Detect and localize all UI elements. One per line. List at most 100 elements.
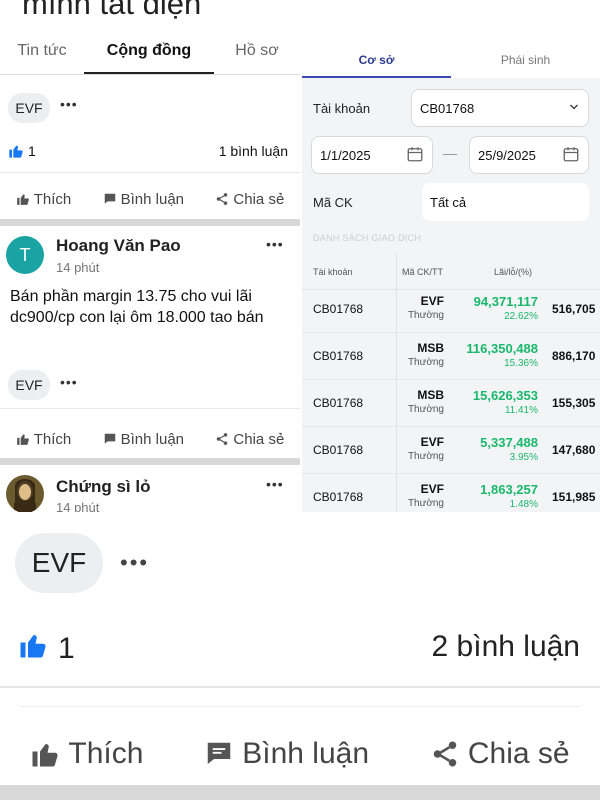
more-options-icon[interactable]: ••• bbox=[266, 236, 284, 252]
post-author[interactable]: Chứng sì lỏ bbox=[56, 477, 150, 497]
thumbs-up-icon bbox=[32, 744, 58, 767]
comment-label: Bình luận bbox=[242, 737, 370, 770]
tab-derivatives[interactable]: Phái sinh bbox=[451, 30, 600, 78]
like-count: 1 bbox=[18, 630, 75, 668]
account-select-value: CB01768 bbox=[420, 100, 475, 116]
transactions-panel: Cơ sở Phái sinh Tài khoản CB01768 1/1/20… bbox=[302, 30, 600, 512]
post-separator bbox=[0, 458, 300, 465]
like-button[interactable]: Thích bbox=[16, 430, 72, 448]
cell-value: 516,705 bbox=[552, 302, 596, 316]
share-button[interactable]: Chia sẻ bbox=[430, 737, 570, 771]
cell-pct: 22.62% bbox=[504, 311, 538, 322]
more-options-icon[interactable]: ••• bbox=[120, 550, 149, 576]
share-icon bbox=[217, 433, 228, 445]
symbol-select[interactable]: Tất cả bbox=[422, 183, 589, 221]
comment-count[interactable]: 1 bình luận bbox=[219, 143, 288, 159]
cell-pl: 94,371,117 bbox=[473, 294, 538, 309]
stock-tag-chip[interactable]: EVF bbox=[8, 370, 50, 400]
comment-button[interactable]: Bình luận bbox=[103, 431, 184, 448]
enlarged-post-footer: EVF ••• 1 2 bình luận Thích Bình luận Ch… bbox=[0, 512, 600, 800]
cell-value: 886,170 bbox=[552, 349, 596, 363]
comment-button[interactable]: Bình luận bbox=[204, 737, 369, 771]
cell-account: CB01768 bbox=[313, 349, 364, 363]
like-label: Thích bbox=[68, 737, 144, 770]
cell-pct: 3.95% bbox=[509, 452, 538, 463]
calendar-icon[interactable] bbox=[562, 145, 580, 166]
divider bbox=[0, 686, 600, 688]
cell-account: CB01768 bbox=[313, 302, 364, 316]
section-title: DANH SÁCH GIAO DỊCH bbox=[313, 233, 422, 243]
chevron-down-icon bbox=[568, 101, 580, 116]
like-button[interactable]: Thích bbox=[30, 737, 143, 771]
divider bbox=[20, 706, 580, 707]
cell-symbol: EVF bbox=[420, 482, 444, 496]
cell-type: Thường bbox=[407, 498, 444, 509]
cell-type: Thường bbox=[407, 404, 444, 415]
date-to-field[interactable]: 25/9/2025 bbox=[469, 136, 589, 174]
like-label: Thích bbox=[33, 430, 72, 448]
table-row[interactable]: CB01768 EVF Thường 94,371,117 22.62% 516… bbox=[302, 286, 600, 333]
date-from-field[interactable]: 1/1/2025 bbox=[311, 136, 433, 174]
cell-symbol: MSB bbox=[417, 388, 444, 402]
tab-news[interactable]: Tin tức bbox=[0, 30, 84, 74]
avatar[interactable]: T bbox=[6, 236, 44, 274]
table-row[interactable]: CB01768 MSB Thường 116,350,488 15.36% 88… bbox=[302, 333, 600, 380]
cell-account: CB01768 bbox=[313, 396, 364, 410]
divider bbox=[0, 408, 300, 409]
cell-value: 147,680 bbox=[552, 443, 596, 457]
stock-tag-chip[interactable]: EVF bbox=[8, 93, 50, 123]
top-title: mình tất diện bbox=[22, 0, 202, 21]
avatar[interactable] bbox=[6, 475, 44, 512]
post-body: Bán phần margin 13.75 cho vui lãi dc900/… bbox=[10, 288, 264, 326]
post-time: 14 phút bbox=[56, 260, 100, 275]
cell-pct: 15.36% bbox=[504, 358, 538, 369]
divider bbox=[0, 172, 300, 173]
table-header: Tài khoản Mã CK/TT Lãi/lỗ/(%) bbox=[302, 253, 600, 290]
cell-pl: 1,863,257 bbox=[480, 482, 538, 497]
stock-tag-chip[interactable]: EVF bbox=[15, 533, 103, 593]
community-feed-panel: Tin tức Cộng đồng Hồ sơ EVF ••• 1 1 bình… bbox=[0, 30, 300, 512]
cell-symbol: EVF bbox=[420, 435, 444, 449]
cell-symbol: EVF bbox=[420, 294, 444, 308]
comment-icon bbox=[104, 433, 115, 444]
cell-account: CB01768 bbox=[313, 443, 364, 457]
post-author[interactable]: Hoang Văn Pao bbox=[56, 236, 181, 256]
calendar-icon[interactable] bbox=[406, 145, 424, 166]
comment-button[interactable]: Bình luận bbox=[103, 191, 184, 208]
cell-account: CB01768 bbox=[313, 490, 364, 504]
more-options-icon[interactable]: ••• bbox=[60, 96, 78, 112]
post-separator bbox=[0, 219, 300, 226]
more-options-icon[interactable]: ••• bbox=[266, 476, 284, 492]
cell-pl: 15,626,353 bbox=[472, 388, 538, 403]
market-tabs: Cơ sở Phái sinh bbox=[302, 30, 600, 78]
account-select[interactable]: CB01768 bbox=[411, 89, 589, 127]
post-time: 14 phút bbox=[56, 500, 100, 512]
like-label: Thích bbox=[33, 190, 72, 208]
thumbs-up-icon bbox=[16, 194, 29, 205]
share-icon bbox=[217, 193, 228, 205]
share-button[interactable]: Chia sẻ bbox=[215, 191, 284, 208]
tab-base[interactable]: Cơ sở bbox=[302, 30, 451, 78]
table-row[interactable]: CB01768 MSB Thường 15,626,353 11.41% 155… bbox=[302, 380, 600, 427]
share-icon bbox=[433, 741, 457, 767]
share-button[interactable]: Chia sẻ bbox=[215, 431, 284, 448]
post-separator bbox=[0, 785, 600, 800]
table-row[interactable]: CB01768 EVF Thường 1,863,257 1.48% 151,9… bbox=[302, 474, 600, 512]
thumbs-up-icon bbox=[8, 143, 24, 159]
cell-symbol: MSB bbox=[417, 341, 444, 355]
comment-label: Bình luận bbox=[120, 190, 185, 208]
feed-tabs: Tin tức Cộng đồng Hồ sơ bbox=[0, 30, 300, 75]
post-actions: Thích Bình luận Chia sẻ bbox=[0, 185, 300, 213]
thumbs-up-icon bbox=[18, 630, 48, 668]
comment-count[interactable]: 2 bình luận bbox=[432, 630, 580, 664]
like-button[interactable]: Thích bbox=[16, 190, 72, 208]
tab-community[interactable]: Cộng đồng bbox=[84, 30, 214, 74]
cell-pl: 5,337,488 bbox=[480, 435, 538, 450]
more-options-icon[interactable]: ••• bbox=[60, 374, 78, 390]
tab-profile[interactable]: Hồ sơ bbox=[214, 30, 300, 74]
table-row[interactable]: CB01768 EVF Thường 5,337,488 3.95% 147,6… bbox=[302, 427, 600, 474]
cell-pct: 11.41% bbox=[504, 405, 538, 416]
date-to-value: 25/9/2025 bbox=[478, 147, 536, 163]
post-actions: Thích Bình luận Chia sẻ bbox=[0, 724, 600, 784]
cell-type: Thường bbox=[407, 310, 444, 321]
